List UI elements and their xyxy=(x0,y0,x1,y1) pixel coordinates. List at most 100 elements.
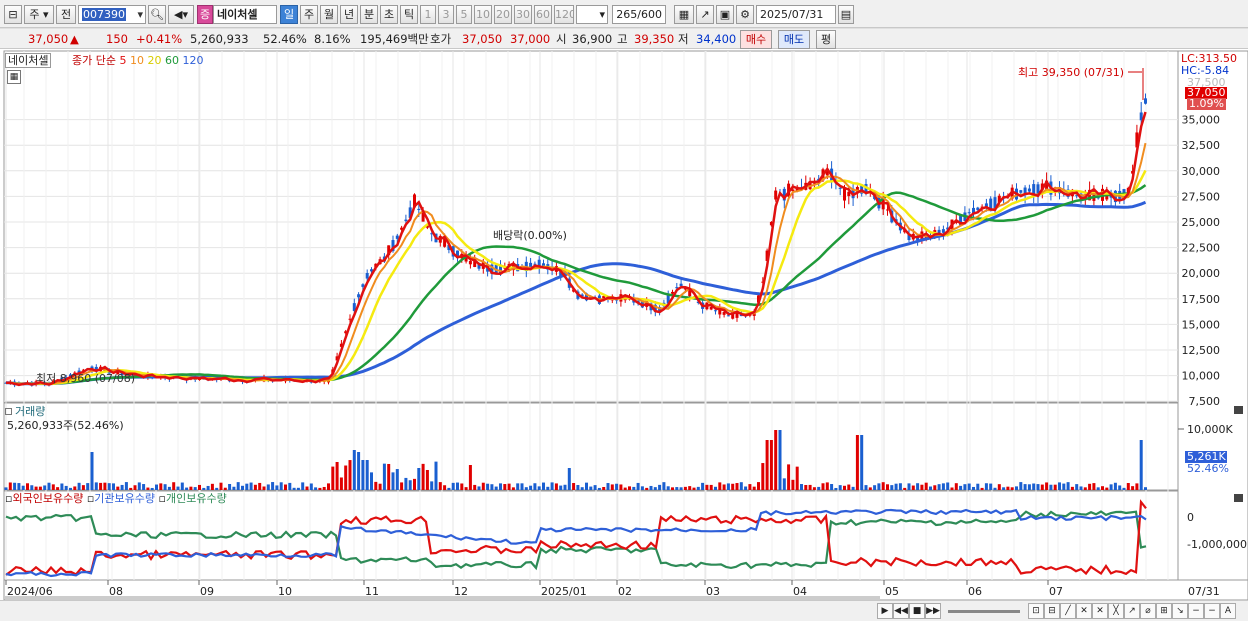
volume-bar xyxy=(1113,482,1117,490)
ma5-label: 5 xyxy=(119,54,127,67)
tool-icon[interactable]: ↗ xyxy=(1124,603,1140,619)
tool-icon[interactable]: ⊡ xyxy=(1028,603,1044,619)
tool-icon[interactable]: ╳ xyxy=(1108,603,1124,619)
minute-120[interactable]: 120 xyxy=(554,5,574,24)
tool-icon[interactable]: ✕ xyxy=(1076,603,1092,619)
interval-select[interactable]: ▾ xyxy=(576,5,608,24)
volume-bar xyxy=(262,486,266,490)
volume-bar xyxy=(245,483,249,490)
period-day[interactable]: 일 xyxy=(280,5,298,24)
sell-button[interactable]: 매도 xyxy=(778,30,810,49)
period-dropdown-label: 주 xyxy=(29,8,40,21)
volume-bar xyxy=(769,440,773,490)
ma20-label: 20 xyxy=(147,54,162,67)
volume-bar xyxy=(718,482,722,490)
stock-chart-svg[interactable]: 35,000 32,500 30,000 27,500 25,000 22,500 20,0… xyxy=(0,50,1248,621)
stop-icon[interactable]: ■ xyxy=(909,603,925,619)
volume-bar xyxy=(318,487,322,490)
scroll-right-icon[interactable]: ▶ xyxy=(877,603,893,619)
volume-bar xyxy=(56,487,60,490)
period-month[interactable]: 월 xyxy=(320,5,338,24)
period-dropdown[interactable]: 주 ▾ xyxy=(24,5,54,24)
stock-code-input[interactable]: 007390 ▾ xyxy=(78,5,146,24)
minute-3[interactable]: 3 xyxy=(438,5,454,24)
calendar-icon[interactable]: ▤ xyxy=(838,5,854,24)
prev-button[interactable]: 전 xyxy=(56,5,76,24)
minute-30[interactable]: 30 xyxy=(514,5,532,24)
minute-60[interactable]: 60 xyxy=(534,5,552,24)
draw-tool-icon[interactable]: ↗ xyxy=(696,5,714,24)
count-input[interactable]: 265/600 xyxy=(612,5,666,24)
price-tick-label: 25,000 xyxy=(1182,216,1221,229)
close-icon xyxy=(1234,406,1243,414)
rewind-icon[interactable]: ◀◀ xyxy=(893,603,909,619)
buy-button[interactable]: 매수 xyxy=(740,30,772,49)
volume-bar xyxy=(434,461,438,490)
volume-bar xyxy=(451,482,455,490)
tool-icon[interactable]: ⊟ xyxy=(1044,603,1060,619)
save-icon[interactable]: ▣ xyxy=(716,5,734,24)
minute-5[interactable]: 5 xyxy=(456,5,472,24)
volume-bar xyxy=(112,483,115,490)
period-minute[interactable]: 분 xyxy=(360,5,378,24)
minute-1[interactable]: 1 xyxy=(420,5,436,24)
zoom-slider[interactable] xyxy=(948,610,1020,613)
volume-bar xyxy=(683,486,687,490)
volume-bar xyxy=(473,484,477,490)
volume-bar xyxy=(1032,483,1036,490)
volume-bar xyxy=(417,468,421,490)
tool-icon[interactable]: ↘ xyxy=(1172,603,1188,619)
volume-bar xyxy=(855,435,859,490)
volume-bar xyxy=(1015,486,1018,490)
volume-bar xyxy=(1006,486,1010,490)
minute-20[interactable]: 20 xyxy=(494,5,512,24)
fast-forward-icon[interactable]: ▶▶ xyxy=(925,603,941,619)
speaker-icon[interactable]: ◀▾ xyxy=(168,5,194,24)
volume-bar xyxy=(507,483,511,490)
eval-button[interactable]: 평 xyxy=(816,30,836,49)
volume-bar xyxy=(1122,487,1126,490)
grid-settings-icon[interactable]: ▦ xyxy=(674,5,694,24)
gear-icon[interactable]: ⚙ xyxy=(736,5,754,24)
volume-bar xyxy=(997,484,1001,490)
volume-bar xyxy=(1049,484,1053,490)
volume-bar xyxy=(800,484,803,490)
volume-bar xyxy=(413,478,416,490)
volume-bar xyxy=(761,463,765,490)
volume-bar xyxy=(193,487,197,490)
font-size-icon[interactable]: A xyxy=(1220,603,1236,619)
volume-bar xyxy=(929,486,932,490)
volume-bar xyxy=(1019,482,1023,490)
chart-area[interactable]: 35,000 32,500 30,000 27,500 25,000 22,500 20,0… xyxy=(0,50,1248,621)
tool-icon[interactable]: ╱ xyxy=(1060,603,1076,619)
price-tick-label: 15,000 xyxy=(1182,318,1221,331)
tool-icon[interactable]: ⌀ xyxy=(1140,603,1156,619)
volume-bar xyxy=(395,469,399,490)
minute-10[interactable]: 10 xyxy=(474,5,492,24)
volume-bar xyxy=(124,482,128,490)
period-second[interactable]: 초 xyxy=(380,5,398,24)
zoom-out-icon[interactable]: − xyxy=(1188,603,1204,619)
count-total: /600 xyxy=(637,8,662,21)
price-tick-label: 32,500 xyxy=(1182,139,1221,152)
period-year[interactable]: 년 xyxy=(340,5,358,24)
volume-bar xyxy=(305,486,309,490)
minus-icon[interactable]: − xyxy=(1204,603,1220,619)
layout-icon[interactable]: ⊟ xyxy=(4,5,22,24)
low-label: 저 xyxy=(678,32,689,46)
period-tick[interactable]: 틱 xyxy=(400,5,418,24)
period-week[interactable]: 주 xyxy=(300,5,318,24)
grid-toggle-icon[interactable]: ▦ xyxy=(7,70,21,84)
volume-bar xyxy=(51,484,55,490)
tool-icon[interactable]: ✕ xyxy=(1092,603,1108,619)
volume-bar xyxy=(253,484,257,490)
volume-bar xyxy=(791,479,795,490)
tool-icon[interactable]: ⊞ xyxy=(1156,603,1172,619)
volume-bar xyxy=(279,482,283,490)
volume-bar xyxy=(400,482,404,490)
search-icon[interactable]: 🔍︎ xyxy=(148,5,166,24)
date-input[interactable]: 2025/07/31 xyxy=(756,5,836,24)
volume-bar xyxy=(103,482,107,490)
volume-bar xyxy=(335,461,339,490)
volume-panel-frame xyxy=(3,402,1179,491)
